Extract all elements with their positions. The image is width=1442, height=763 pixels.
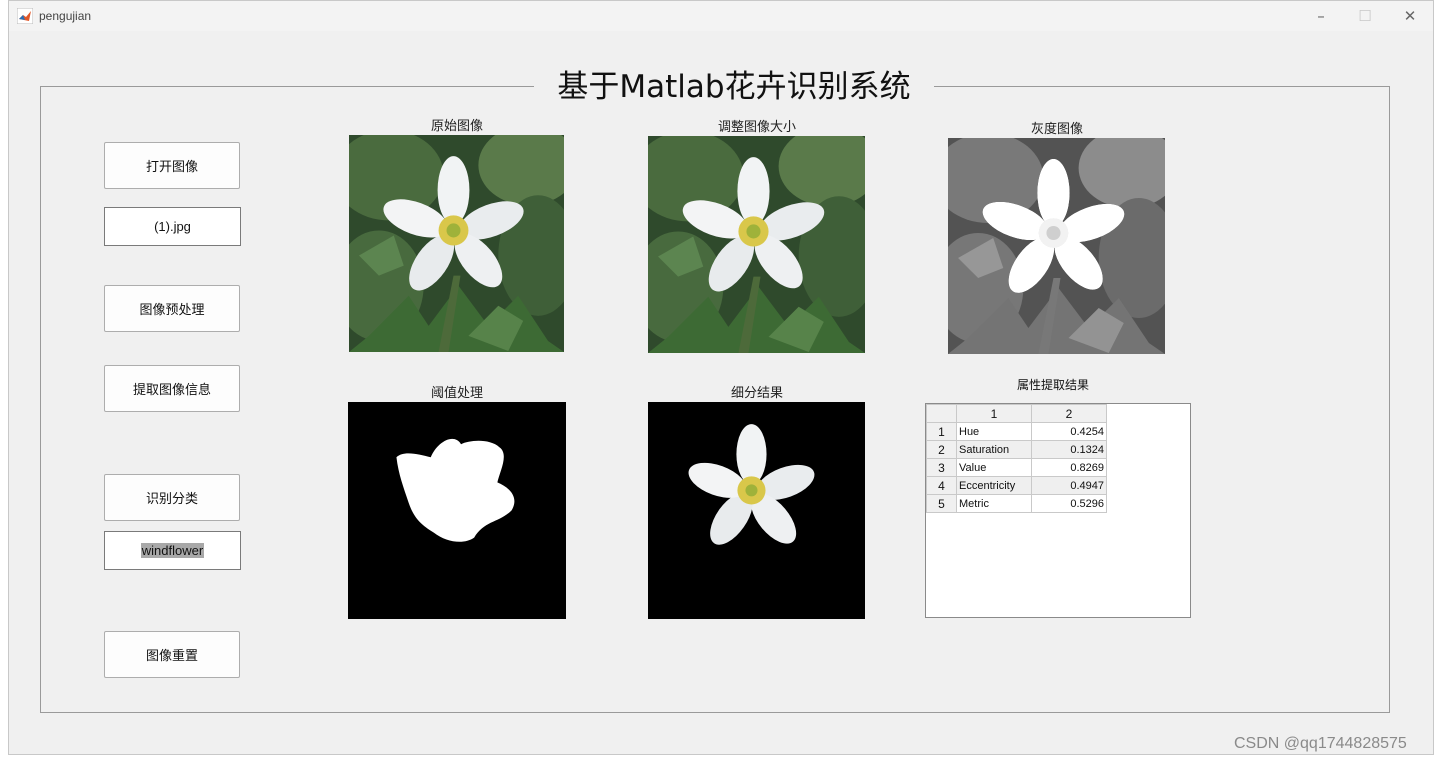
table-row: 2 Saturation 0.1324 xyxy=(926,440,1107,459)
resized-image xyxy=(648,136,865,353)
table-cell[interactable]: 0.5296 xyxy=(1031,494,1107,513)
app-window: pengujian – ☐ ✕ 基于Matlab花卉识别系统 打开图像 (1).… xyxy=(8,0,1434,755)
maximize-icon[interactable]: ☐ xyxy=(1355,6,1375,26)
table-caption: 属性提取结果 xyxy=(1016,378,1089,392)
reset-button[interactable]: 图像重置 xyxy=(104,631,240,678)
table-cell[interactable]: Saturation xyxy=(956,440,1032,459)
table-row: 5 Metric 0.5296 xyxy=(926,494,1107,513)
segmented-caption: 细分结果 xyxy=(730,386,783,401)
row-header[interactable]: 3 xyxy=(926,458,957,477)
page-title: 基于Matlab花卉识别系统 xyxy=(534,67,934,107)
table-cell[interactable]: Eccentricity xyxy=(956,476,1032,495)
table-row: 4 Eccentricity 0.4947 xyxy=(926,476,1107,495)
attribute-table[interactable]: 1 2 1 Hue 0.4254 2 Saturation 0.1324 3 V… xyxy=(925,403,1191,618)
open-image-button[interactable]: 打开图像 xyxy=(104,142,240,189)
original-image xyxy=(349,135,564,352)
table-cell[interactable]: Metric xyxy=(956,494,1032,513)
table-cell[interactable]: Hue xyxy=(956,422,1032,441)
classify-button[interactable]: 识别分类 xyxy=(104,474,240,521)
matlab-logo-icon xyxy=(16,7,34,25)
attribute-grid: 1 2 1 Hue 0.4254 2 Saturation 0.1324 3 V… xyxy=(926,404,1107,513)
gray-image xyxy=(948,138,1165,354)
segmented-image xyxy=(648,402,865,619)
close-icon[interactable]: ✕ xyxy=(1400,6,1420,26)
table-row: 1 Hue 0.4254 xyxy=(926,422,1107,441)
minimize-icon[interactable]: – xyxy=(1311,6,1331,26)
threshold-caption: 阈值处理 xyxy=(430,386,483,401)
row-header[interactable]: 2 xyxy=(926,440,957,459)
table-cell[interactable]: Value xyxy=(956,458,1032,477)
resized-caption: 调整图像大小 xyxy=(717,120,796,135)
table-row: 3 Value 0.8269 xyxy=(926,458,1107,477)
column-header[interactable]: 1 xyxy=(956,404,1032,423)
preprocess-button[interactable]: 图像预处理 xyxy=(104,285,240,332)
gray-caption: 灰度图像 xyxy=(1030,122,1083,137)
threshold-image xyxy=(348,402,566,619)
table-cell[interactable]: 0.1324 xyxy=(1031,440,1107,459)
result-field[interactable]: windflower xyxy=(104,531,241,570)
row-header[interactable]: 1 xyxy=(926,422,957,441)
table-cell[interactable]: 0.4947 xyxy=(1031,476,1107,495)
original-caption: 原始图像 xyxy=(430,119,483,134)
table-cell[interactable]: 0.4254 xyxy=(1031,422,1107,441)
window-title: pengujian xyxy=(39,9,92,23)
watermark: CSDN @qq1744828575 xyxy=(1234,735,1407,752)
table-cell[interactable]: 0.8269 xyxy=(1031,458,1107,477)
result-text: windflower xyxy=(140,543,205,558)
filename-field[interactable]: (1).jpg xyxy=(104,207,241,246)
corner-header xyxy=(926,404,957,423)
column-header[interactable]: 2 xyxy=(1031,404,1107,423)
extract-info-button[interactable]: 提取图像信息 xyxy=(104,365,240,412)
row-header[interactable]: 4 xyxy=(926,476,957,495)
row-header[interactable]: 5 xyxy=(926,494,957,513)
title-bar: pengujian – ☐ ✕ xyxy=(9,1,1433,31)
